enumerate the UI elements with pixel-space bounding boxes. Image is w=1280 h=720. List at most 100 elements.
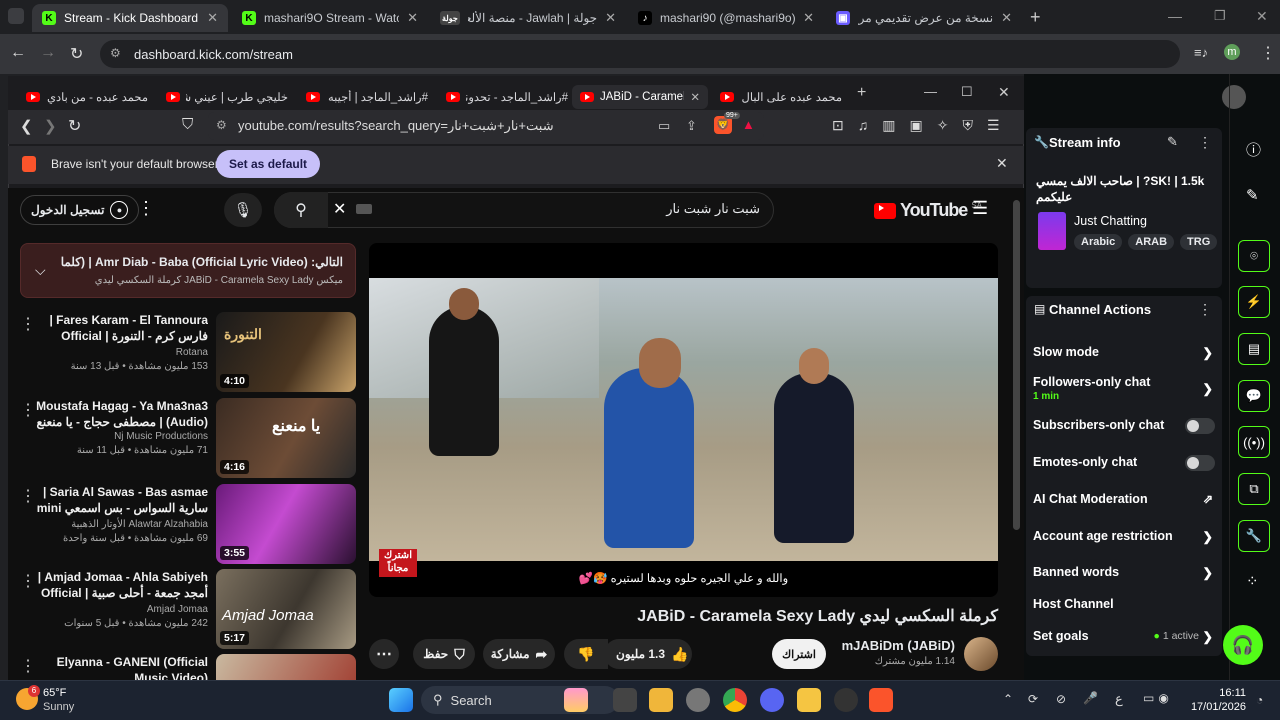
- reload-icon[interactable]: ↻: [68, 116, 81, 136]
- video-channel[interactable]: Nj Music Productions: [30, 430, 208, 444]
- windows-start-icon[interactable]: [389, 688, 413, 712]
- video-title[interactable]: Moustafa Hagag - Ya Mna3na3 (Audio) | مص…: [30, 398, 208, 430]
- reload-icon[interactable]: ↻: [70, 44, 83, 64]
- action-host-channel[interactable]: Host Channel: [1033, 597, 1213, 611]
- restore-window-icon[interactable]: ❐: [1214, 8, 1226, 24]
- video-channel[interactable]: Rotana: [30, 346, 208, 360]
- help-chat-bubble[interactable]: 🎧: [1223, 625, 1263, 665]
- search-input[interactable]: شبت نار شبت نار: [380, 201, 760, 217]
- up-next-card[interactable]: ⌵ التالي: Amr Diab - Baba (Official Lyri…: [20, 243, 356, 298]
- media-icon[interactable]: ♫: [858, 117, 869, 134]
- brave-tab[interactable]: محمد عبده على البال ت: [712, 85, 850, 109]
- tag-chip[interactable]: Arabic: [1074, 234, 1123, 250]
- video-channel[interactable]: Amjad Jomaa: [30, 603, 208, 617]
- app-icon[interactable]: [686, 688, 710, 712]
- video-thumbnail[interactable]: 3:55: [216, 484, 356, 564]
- pencil-icon[interactable]: ✎: [1246, 186, 1259, 204]
- channel-actions-menu-icon[interactable]: ⋮: [1198, 301, 1212, 318]
- list-item[interactable]: Elyanna - GANENI (Official Music Video) …: [20, 654, 356, 680]
- discord-icon[interactable]: [760, 688, 784, 712]
- clock-date[interactable]: 17/01/2026: [1186, 701, 1246, 713]
- video-thumbnail[interactable]: التنورة 4:10: [216, 312, 356, 392]
- notes-app-icon[interactable]: [797, 688, 821, 712]
- settings-gear-icon[interactable]: [834, 688, 858, 712]
- outer-address-bar[interactable]: ⚙ dashboard.kick.com/stream: [100, 40, 1180, 68]
- camera-off-icon[interactable]: ⊘: [1056, 692, 1066, 706]
- close-banner-icon[interactable]: ✕: [996, 155, 1008, 172]
- site-info-icon[interactable]: ⚙: [110, 46, 121, 60]
- video-title[interactable]: Elyanna - GANENI (Official Music Video): [30, 654, 208, 680]
- screenshot-icon[interactable]: ⊡: [832, 117, 844, 134]
- video-player[interactable]: اشترك مجاناً والله و علي الجيره حلوه وبد…: [369, 243, 998, 597]
- notification-icon[interactable]: ◔: [1256, 693, 1263, 707]
- voice-search-button[interactable]: 🎙: [224, 193, 262, 227]
- cast-icon[interactable]: ▭: [658, 118, 670, 134]
- close-window-icon[interactable]: ✕: [998, 84, 1010, 101]
- network-volume-icon[interactable]: ▭◉: [1143, 691, 1173, 705]
- subscribe-button[interactable]: اشتراك: [772, 639, 826, 669]
- notes-button[interactable]: ▤: [1238, 333, 1270, 365]
- close-tab-icon[interactable]: ✕: [605, 10, 616, 26]
- save-button[interactable]: حفظ ⛉: [413, 639, 475, 669]
- action-slow-mode[interactable]: Slow mode ❯: [1033, 345, 1213, 360]
- clock-time[interactable]: 16:11: [1196, 687, 1246, 699]
- emotes-only-toggle[interactable]: [1185, 455, 1215, 471]
- brave-menu-icon[interactable]: ☰: [987, 117, 1000, 134]
- forward-icon[interactable]: →: [40, 44, 56, 62]
- clear-search-icon[interactable]: ✕: [333, 199, 346, 219]
- brave-rewards-icon[interactable]: ▲: [742, 117, 755, 132]
- chrome-menu-icon[interactable]: ⋮: [1260, 43, 1276, 63]
- keyboard-icon[interactable]: [356, 204, 372, 214]
- action-ai-moderation[interactable]: AI Chat Moderation ⇗: [1033, 492, 1213, 506]
- youtube-logo[interactable]: YouTube SA: [874, 200, 982, 221]
- quick-actions-button[interactable]: ⚡: [1238, 286, 1270, 318]
- like-button[interactable]: 1.3 مليون 👍: [604, 639, 692, 669]
- action-set-goals[interactable]: Set goals ❯ ● 1 active: [1033, 629, 1213, 644]
- media-control-icon[interactable]: ≡♪: [1194, 45, 1208, 60]
- mic-icon[interactable]: 🎤: [1083, 691, 1098, 705]
- video-title[interactable]: Fares Karam - El Tannoura | فارس كرم - ا…: [30, 312, 208, 346]
- video-channel[interactable]: Alawtar Alzahabia الأوتار الذهبية: [30, 518, 208, 532]
- set-default-button[interactable]: Set as default: [216, 150, 321, 178]
- layout-button[interactable]: ⧉: [1238, 473, 1270, 505]
- list-item[interactable]: 3:55 Saria Al Sawas - Bas asmae | سارية …: [20, 484, 356, 564]
- category-name[interactable]: Just Chatting: [1074, 214, 1147, 228]
- brave-taskbar-icon[interactable]: [869, 688, 893, 712]
- chat-button[interactable]: 💬: [1238, 380, 1270, 412]
- vpn-icon[interactable]: ⛨: [962, 117, 973, 134]
- forward-icon[interactable]: ❯: [44, 117, 57, 135]
- list-item[interactable]: التنورة 4:10 Fares Karam - El Tannoura |…: [20, 312, 356, 392]
- outer-tab-tiktok[interactable]: ♪ mashari90 (@mashari9o) | TikTok ✕: [628, 4, 824, 32]
- chevron-down-icon[interactable]: ⌵: [35, 262, 46, 279]
- site-settings-icon[interactable]: ⚙: [216, 118, 227, 132]
- new-tab-icon[interactable]: +: [1030, 7, 1041, 28]
- new-tab-icon[interactable]: +: [857, 84, 866, 102]
- scrollbar[interactable]: [1013, 200, 1020, 530]
- tag-chip[interactable]: TRG: [1180, 234, 1218, 250]
- close-tab-icon[interactable]: ✕: [407, 10, 418, 26]
- brave-tab-active[interactable]: JABiD - Caramela ✕: [572, 85, 708, 109]
- video-title[interactable]: Saria Al Sawas - Bas asmae | سارية السوا…: [30, 484, 208, 518]
- list-item[interactable]: Amjad Jomaa 5:17 Amjad Jomaa - Ahla Sabi…: [20, 569, 356, 649]
- brave-address-bar[interactable]: ⚙ youtube.com/results?search_query=شبت+ن…: [208, 112, 764, 140]
- video-thumbnail[interactable]: Amjad Jomaa 5:17: [216, 569, 356, 649]
- info-icon[interactable]: ⓘ: [1246, 139, 1261, 160]
- sign-in-button[interactable]: تسجيل الدخول ●: [20, 195, 140, 225]
- more-options-icon[interactable]: ⋮: [137, 198, 155, 219]
- close-window-icon[interactable]: ✕: [1256, 8, 1268, 25]
- video-menu-icon[interactable]: ⋮: [20, 486, 36, 506]
- outer-tab-canva[interactable]: ▣ نسخة من عرض تقديمي مرح لعبة ✕: [826, 4, 1022, 32]
- back-icon[interactable]: ❮: [20, 117, 33, 135]
- close-tab-icon[interactable]: ✕: [1001, 10, 1012, 26]
- tools-button[interactable]: 🔧: [1238, 520, 1270, 552]
- tray-chevron-icon[interactable]: ⌃: [1003, 692, 1013, 706]
- minimize-window-icon[interactable]: —: [1168, 8, 1182, 24]
- close-tab-icon[interactable]: ✕: [207, 10, 218, 26]
- outer-tab-kick-dashboard[interactable]: K Stream - Kick Dashboard ✕: [32, 4, 228, 32]
- video-thumbnail[interactable]: [216, 654, 356, 680]
- sidebar-icon[interactable]: ▥: [882, 117, 895, 134]
- guide-menu-icon[interactable]: ☰: [972, 198, 988, 219]
- subscribers-only-toggle[interactable]: [1185, 418, 1215, 434]
- video-menu-icon[interactable]: ⋮: [20, 571, 36, 591]
- file-explorer-icon[interactable]: [649, 688, 673, 712]
